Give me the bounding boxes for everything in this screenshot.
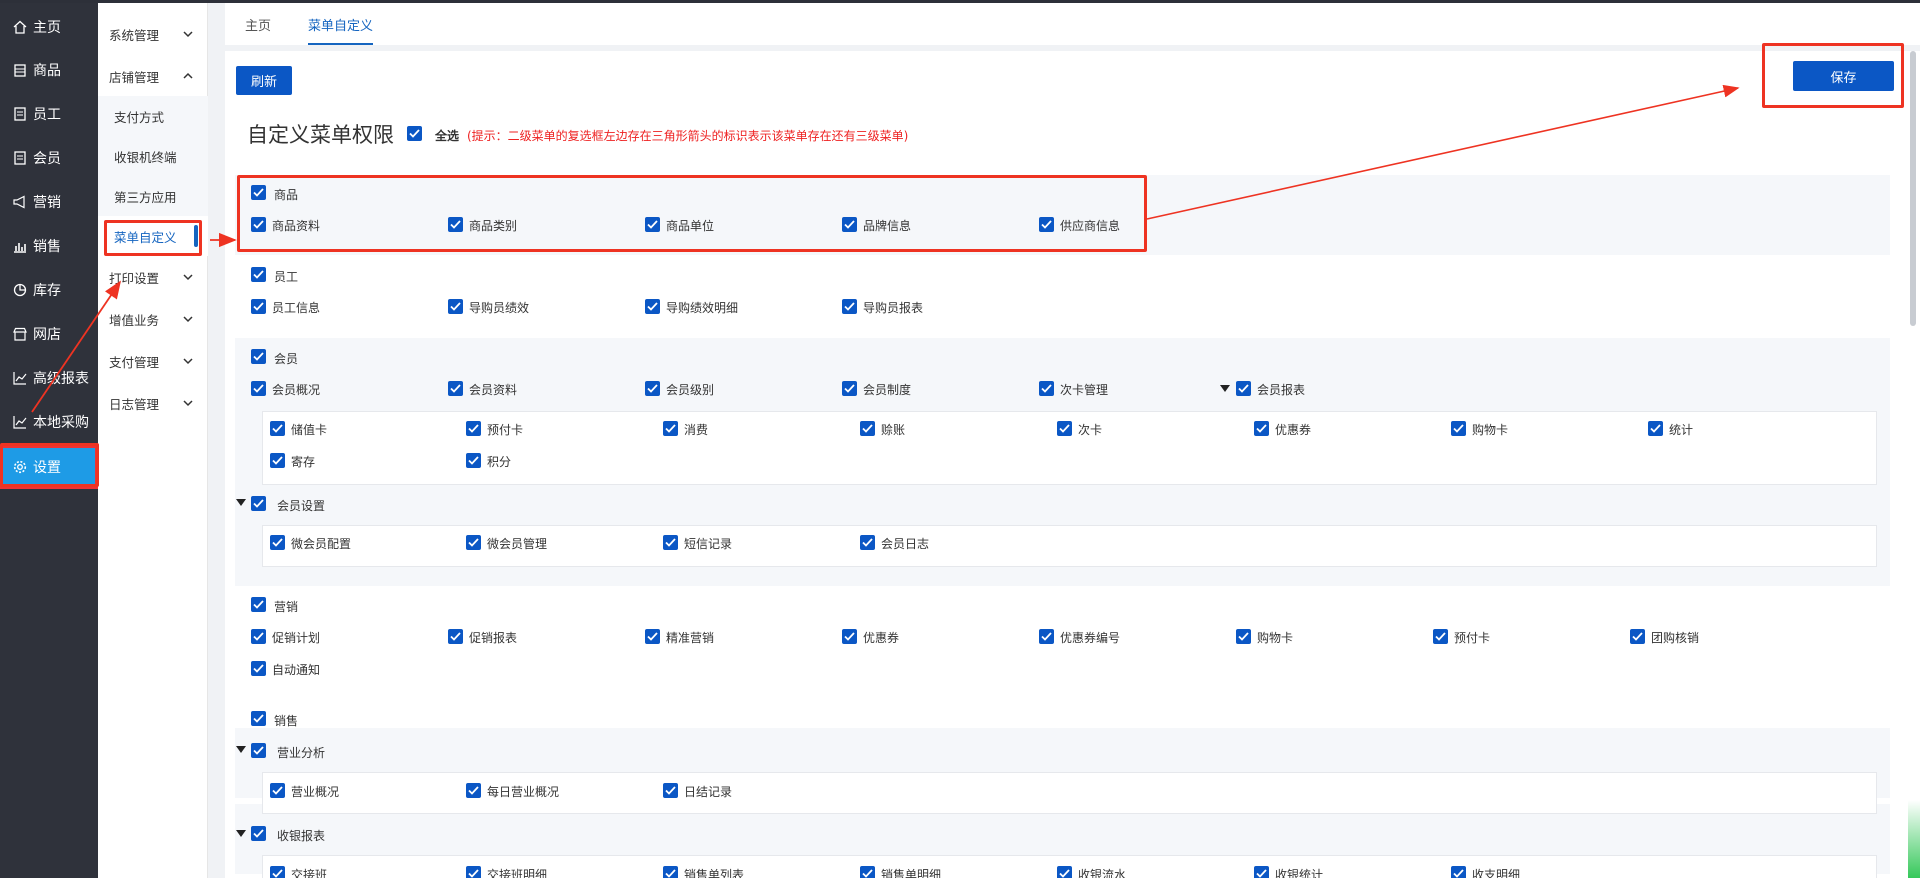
annotation-arrows: [31, 84, 1740, 413]
arrow-to-save: [1146, 84, 1740, 220]
arrow-to-subnav: [31, 280, 122, 413]
app-window: 主页 商品 员工 会员 营销 销售 库存 网店 高级报表 本地采购 设置 系统管…: [0, 0, 1920, 878]
